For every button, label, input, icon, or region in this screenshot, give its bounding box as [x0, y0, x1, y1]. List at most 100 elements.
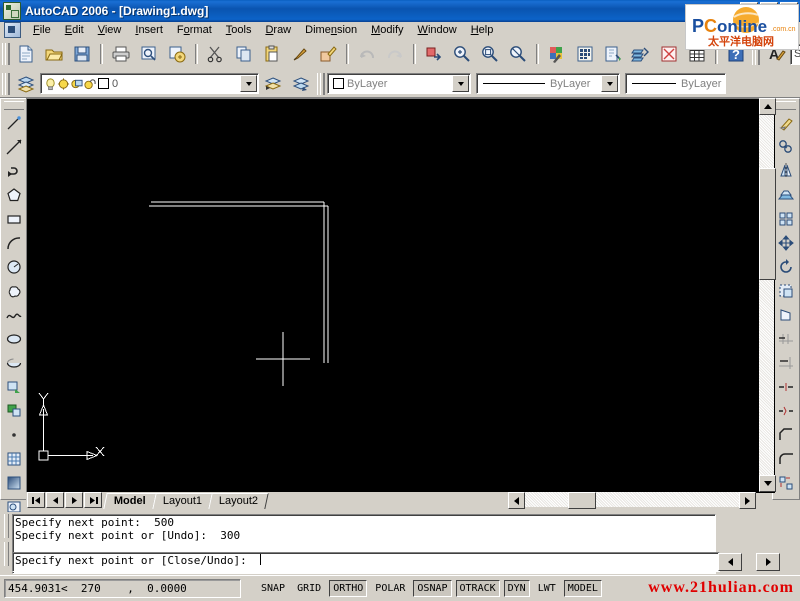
modify-offset-button[interactable] — [774, 183, 798, 207]
vertical-scroll-thumb[interactable] — [759, 168, 776, 280]
insert-block-button[interactable] — [2, 375, 26, 399]
status-toggle-snap[interactable]: SNAP — [257, 580, 290, 597]
designcenter-button[interactable] — [572, 41, 598, 67]
modify-break-at-point-button[interactable] — [774, 375, 798, 399]
new-button[interactable] — [13, 41, 39, 67]
modify-toolbar-grip[interactable] — [776, 101, 796, 110]
lineweight-control-combo[interactable]: ByLayer — [625, 73, 726, 94]
zoom-window-button[interactable] — [477, 41, 503, 67]
coordinate-display[interactable]: 454.9031< 270 , 0.0000 — [4, 579, 241, 598]
document-control-icon[interactable] — [4, 22, 21, 38]
zoom-realtime-button[interactable] — [449, 41, 475, 67]
menu-view[interactable]: View — [91, 23, 129, 37]
modify-move-button[interactable] — [774, 231, 798, 255]
previous-tab-button[interactable] — [46, 492, 64, 508]
status-toggle-osnap[interactable]: OSNAP — [413, 580, 452, 597]
plot-preview-button[interactable] — [136, 41, 162, 67]
horizontal-scroll-thumb[interactable] — [568, 492, 596, 509]
menu-help[interactable]: Help — [464, 23, 501, 37]
modify-fillet-button[interactable] — [774, 447, 798, 471]
command-scroll-right-button[interactable] — [756, 553, 780, 571]
layer-make-current-button[interactable] — [288, 71, 314, 97]
modify-break-button[interactable] — [774, 399, 798, 423]
gradient-button[interactable] — [2, 471, 26, 495]
draw-rectangle-button[interactable] — [2, 207, 26, 231]
scroll-up-button[interactable] — [759, 98, 776, 115]
make-block-button[interactable] — [2, 399, 26, 423]
sheet-set-button[interactable] — [628, 41, 654, 67]
modify-extend-button[interactable] — [774, 351, 798, 375]
copy-button[interactable] — [231, 41, 257, 67]
status-toggle-grid[interactable]: GRID — [293, 580, 326, 597]
plot-button[interactable] — [108, 41, 134, 67]
menu-window[interactable]: Window — [411, 23, 464, 37]
menu-draw[interactable]: Draw — [258, 23, 298, 37]
pan-button[interactable] — [421, 41, 447, 67]
status-toggle-model[interactable]: MODEL — [563, 580, 602, 597]
first-tab-button[interactable] — [27, 492, 45, 508]
markup-set-button[interactable] — [656, 41, 682, 67]
menu-edit[interactable]: Edit — [58, 23, 91, 37]
open-button[interactable] — [41, 41, 67, 67]
canvas-vertical-scrollbar[interactable] — [759, 98, 776, 492]
redo-button[interactable] — [382, 41, 408, 67]
command-scroll-left-button[interactable] — [718, 553, 742, 571]
toolbar-grip[interactable] — [2, 43, 10, 65]
menu-file[interactable]: File — [26, 23, 58, 37]
menu-modify[interactable]: Modify — [364, 23, 410, 37]
modify-scale-button[interactable] — [774, 279, 798, 303]
zoom-previous-button[interactable] — [505, 41, 531, 67]
modify-trim-button[interactable] — [774, 327, 798, 351]
tool-palettes-button[interactable] — [600, 41, 626, 67]
draw-ellipse-button[interactable] — [2, 327, 26, 351]
toolbar-grip[interactable] — [2, 72, 10, 95]
canvas-horizontal-scrollbar[interactable] — [508, 492, 756, 509]
tab-model[interactable]: Model — [103, 493, 157, 509]
status-toggle-ortho[interactable]: ORTHO — [329, 580, 368, 597]
color-dropdown-arrow[interactable] — [452, 75, 469, 92]
scroll-left-button[interactable] — [508, 492, 525, 509]
color-control-combo[interactable]: ByLayer — [327, 73, 471, 94]
scroll-right-button[interactable] — [739, 492, 756, 509]
match-properties-button[interactable] — [287, 41, 313, 67]
toolbar-grip[interactable] — [317, 72, 325, 95]
linetype-control-combo[interactable]: ByLayer — [476, 73, 620, 94]
tab-layout1[interactable]: Layout1 — [152, 493, 213, 509]
draw-polygon-button[interactable] — [2, 183, 26, 207]
modify-copy-button[interactable] — [774, 135, 798, 159]
draw-spline-button[interactable] — [2, 303, 26, 327]
menu-insert[interactable]: Insert — [128, 23, 170, 37]
menu-dimension[interactable]: Dimension — [298, 23, 364, 37]
draw-ellipse-arc-button[interactable] — [2, 351, 26, 375]
cut-button[interactable] — [203, 41, 229, 67]
modify-rotate-button[interactable] — [774, 255, 798, 279]
drawing-canvas[interactable] — [26, 98, 775, 493]
command-window-grip[interactable] — [2, 514, 11, 572]
paste-button[interactable] — [259, 41, 285, 67]
undo-button[interactable] — [354, 41, 380, 67]
save-button[interactable] — [69, 41, 95, 67]
layer-dropdown-arrow[interactable] — [240, 75, 257, 92]
layer-previous-button[interactable] — [260, 71, 286, 97]
properties-button[interactable] — [544, 41, 570, 67]
modify-mirror-button[interactable] — [774, 159, 798, 183]
block-editor-button[interactable] — [315, 41, 341, 67]
modify-erase-button[interactable] — [774, 111, 798, 135]
menu-tools[interactable]: Tools — [219, 23, 259, 37]
publish-button[interactable] — [164, 41, 190, 67]
draw-circle-button[interactable] — [2, 255, 26, 279]
modify-stretch-button[interactable] — [774, 303, 798, 327]
scroll-down-button[interactable] — [759, 475, 776, 492]
draw-construction-line-button[interactable] — [2, 135, 26, 159]
draw-line-button[interactable] — [2, 111, 26, 135]
last-tab-button[interactable] — [84, 492, 102, 508]
modify-chamfer-button[interactable] — [774, 423, 798, 447]
menu-format[interactable]: Format — [170, 23, 219, 37]
hatch-button[interactable] — [2, 447, 26, 471]
draw-point-button[interactable] — [2, 423, 26, 447]
linetype-dropdown-arrow[interactable] — [601, 75, 618, 92]
next-tab-button[interactable] — [65, 492, 83, 508]
modify-array-button[interactable] — [774, 207, 798, 231]
layer-properties-manager-button[interactable] — [13, 71, 39, 97]
modify-explode-button[interactable] — [774, 471, 798, 495]
